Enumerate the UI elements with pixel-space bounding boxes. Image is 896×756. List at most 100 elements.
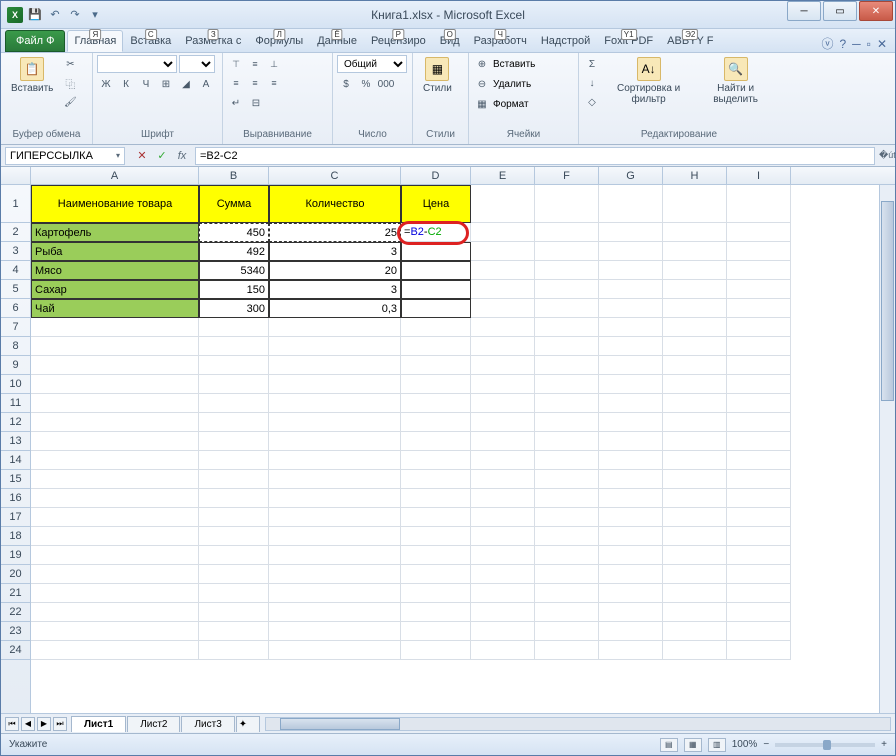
cell-C5[interactable]: 3 xyxy=(269,280,401,299)
row-header-14[interactable]: 14 xyxy=(1,451,30,470)
percent-button[interactable]: % xyxy=(357,75,375,93)
cell-B1[interactable]: Сумма xyxy=(199,185,269,223)
col-header-H[interactable]: H xyxy=(663,167,727,184)
autosum-button[interactable]: Σ xyxy=(583,55,601,73)
row-header-1[interactable]: 1 xyxy=(1,185,30,223)
cut-button[interactable]: ✂ xyxy=(61,55,79,73)
cell-D1[interactable]: Цена xyxy=(401,185,471,223)
insert-cells-button[interactable]: ⊕ xyxy=(473,55,491,73)
cell-D6[interactable] xyxy=(401,299,471,318)
cells-area[interactable]: Наименование товара Сумма Количество Цен… xyxy=(31,185,895,713)
close-button[interactable]: ✕ xyxy=(859,1,893,21)
tab-page-layout[interactable]: Разметка сЗ xyxy=(178,30,248,52)
row-header-7[interactable]: 7 xyxy=(1,318,30,337)
tab-insert[interactable]: ВставкаС xyxy=(123,30,178,52)
sheet-tab-1[interactable]: Лист1 xyxy=(71,716,126,732)
border-button[interactable]: ⊞ xyxy=(157,75,175,93)
row-header-18[interactable]: 18 xyxy=(1,527,30,546)
qat-redo-icon[interactable]: ↷ xyxy=(67,7,83,23)
cell-A2[interactable]: Картофель xyxy=(31,223,199,242)
row-header-9[interactable]: 9 xyxy=(1,356,30,375)
qat-save-icon[interactable]: 💾 xyxy=(27,7,43,23)
cell-D2[interactable]: =B2-C2 xyxy=(401,223,471,242)
row-header-22[interactable]: 22 xyxy=(1,603,30,622)
align-center-button[interactable]: ≡ xyxy=(246,74,264,92)
vertical-scrollbar[interactable] xyxy=(879,185,895,713)
fx-button[interactable]: fx xyxy=(173,147,191,165)
font-size-select[interactable] xyxy=(179,55,215,73)
minimize-button[interactable]: ─ xyxy=(787,1,821,21)
zoom-out-button[interactable]: − xyxy=(763,739,769,750)
paste-button[interactable]: 📋 Вставить xyxy=(5,55,59,96)
cell-C4[interactable]: 20 xyxy=(269,261,401,280)
italic-button[interactable]: К xyxy=(117,75,135,93)
sheet-nav-next[interactable]: ▶ xyxy=(37,717,51,731)
wrap-text-button[interactable]: ↵ xyxy=(227,94,245,112)
cell-A3[interactable]: Рыба xyxy=(31,242,199,261)
tab-review[interactable]: РецензироР xyxy=(364,30,433,52)
doc-minimize-icon[interactable]: ─ xyxy=(852,37,861,51)
zoom-slider[interactable] xyxy=(775,743,875,747)
find-select-button[interactable]: 🔍 Найти и выделить xyxy=(696,55,775,107)
cell-A1[interactable]: Наименование товара xyxy=(31,185,199,223)
row-header-19[interactable]: 19 xyxy=(1,546,30,565)
sheet-nav-prev[interactable]: ◀ xyxy=(21,717,35,731)
fill-button[interactable]: ↓ xyxy=(583,74,601,92)
font-color-button[interactable]: A xyxy=(197,75,215,93)
cell-D5[interactable] xyxy=(401,280,471,299)
tab-formulas[interactable]: ФормулыЛ xyxy=(248,30,310,52)
qat-undo-icon[interactable]: ↶ xyxy=(47,7,63,23)
row-header-24[interactable]: 24 xyxy=(1,641,30,660)
row-header-2[interactable]: 2 xyxy=(1,223,30,242)
col-header-I[interactable]: I xyxy=(727,167,791,184)
view-normal-button[interactable]: ▤ xyxy=(660,738,678,752)
horizontal-scrollbar[interactable] xyxy=(265,717,891,731)
sheet-new-tab[interactable]: ✦ xyxy=(236,716,260,732)
maximize-button[interactable]: ▭ xyxy=(823,1,857,21)
cell-B6[interactable]: 300 xyxy=(199,299,269,318)
select-all-corner[interactable] xyxy=(1,167,31,184)
row-header-3[interactable]: 3 xyxy=(1,242,30,261)
doc-close-icon[interactable]: ✕ xyxy=(877,37,887,51)
row-header-21[interactable]: 21 xyxy=(1,584,30,603)
bold-button[interactable]: Ж xyxy=(97,75,115,93)
file-tab[interactable]: Файл Ф xyxy=(5,30,65,52)
cell-D3[interactable] xyxy=(401,242,471,261)
cell-A6[interactable]: Чай xyxy=(31,299,199,318)
col-header-D[interactable]: D xyxy=(401,167,471,184)
col-header-G[interactable]: G xyxy=(599,167,663,184)
font-family-select[interactable] xyxy=(97,55,177,73)
tab-abbyy[interactable]: ABBYY FЭ2 xyxy=(660,30,720,52)
help-icon[interactable]: ? xyxy=(839,37,846,51)
cell-B4[interactable]: 5340 xyxy=(199,261,269,280)
row-header-17[interactable]: 17 xyxy=(1,508,30,527)
row-header-16[interactable]: 16 xyxy=(1,489,30,508)
row-header-6[interactable]: 6 xyxy=(1,299,30,318)
cell-C6[interactable]: 0,3 xyxy=(269,299,401,318)
format-painter-button[interactable]: 🖌 xyxy=(61,93,79,111)
tab-home[interactable]: ГлавнаяЯ xyxy=(67,30,123,52)
cell-B2[interactable]: 450 xyxy=(199,223,269,242)
col-header-E[interactable]: E xyxy=(471,167,535,184)
align-bottom-button[interactable]: ⊥ xyxy=(265,55,283,73)
col-header-F[interactable]: F xyxy=(535,167,599,184)
currency-button[interactable]: $ xyxy=(337,75,355,93)
cell-C1[interactable]: Количество xyxy=(269,185,401,223)
align-left-button[interactable]: ≡ xyxy=(227,74,245,92)
col-header-B[interactable]: B xyxy=(199,167,269,184)
formula-input[interactable]: =B2-C2 xyxy=(195,147,875,165)
align-middle-button[interactable]: ≡ xyxy=(246,55,264,73)
comma-button[interactable]: 000 xyxy=(377,75,395,93)
tab-addins[interactable]: Надстрой xyxy=(534,30,597,52)
format-cells-button[interactable]: ▦ xyxy=(473,95,491,113)
align-right-button[interactable]: ≡ xyxy=(265,74,283,92)
cell-C2[interactable]: 25 xyxy=(269,223,401,242)
formula-expand-button[interactable]: �útí xyxy=(879,150,895,161)
sort-filter-button[interactable]: A↓ Сортировка и фильтр xyxy=(603,55,694,107)
name-box[interactable]: ГИПЕРССЫЛКА▾ xyxy=(5,147,125,165)
view-layout-button[interactable]: ▦ xyxy=(684,738,702,752)
cell-B3[interactable]: 492 xyxy=(199,242,269,261)
align-top-button[interactable]: ⊤ xyxy=(227,55,245,73)
excel-app-icon[interactable]: X xyxy=(7,7,23,23)
cell-D4[interactable] xyxy=(401,261,471,280)
